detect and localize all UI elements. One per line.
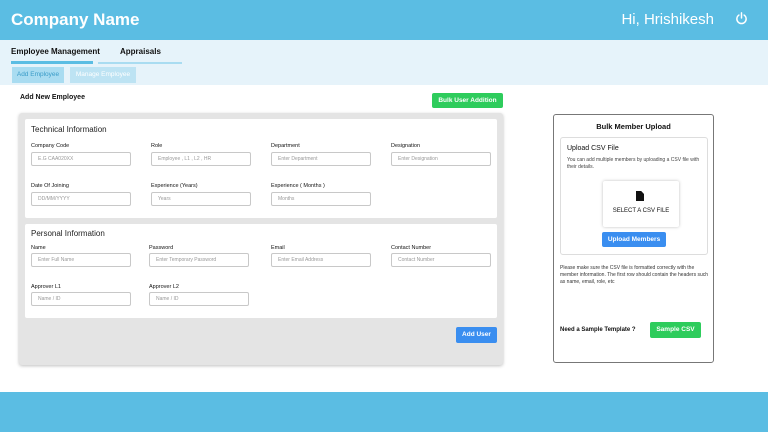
bulk-user-addition-button[interactable]: Bulk User Addition [432,93,503,108]
employee-form: Technical Information Company Code E.G C… [19,113,503,365]
upload-csv-card: Upload CSV File You can add multiple mem… [560,137,708,255]
technical-info-title: Technical Information [31,125,107,134]
technical-info-card: Technical Information Company Code E.G C… [25,119,497,218]
password-label: Password [149,245,174,251]
add-user-button[interactable]: Add User [456,327,497,343]
approver-l1-label: Approver L1 [31,284,61,290]
file-icon [636,191,644,201]
company-code-input[interactable]: E.G CAA020XX [31,152,131,166]
name-input[interactable]: Enter Full Name [31,253,131,267]
role-input[interactable]: Employee , L1 , L2 , HR [151,152,251,166]
upload-csv-title: Upload CSV File [567,145,619,152]
top-header: Company Name Hi, Hrishikesh [0,0,768,40]
experience-months-label: Experience ( Months ) [271,183,325,189]
experience-years-input[interactable]: Years [151,192,251,206]
department-label: Department [271,143,300,149]
personal-info-card: Personal Information Name Enter Full Nam… [25,224,497,318]
subtab-manage-employee[interactable]: Manage Employee [70,67,136,83]
footer-bar [0,392,768,432]
experience-years-label: Experience (Years) [151,183,198,189]
designation-label: Designation [391,143,421,149]
page-title: Add New Employee [20,94,85,101]
company-code-label: Company Code [31,143,70,149]
approver-l1-input[interactable]: Name / ID [31,292,131,306]
bulk-upload-panel: Bulk Member Upload Upload CSV File You c… [553,114,714,363]
csv-format-note: Please make sure the CSV file is formatt… [560,265,709,285]
select-csv-label: SELECT A CSV FILE [612,208,670,214]
tab-appraisals[interactable]: Appraisals [120,47,161,56]
csv-file-dropzone[interactable]: SELECT A CSV FILE [603,181,679,227]
power-icon[interactable] [735,12,748,25]
tab-employee-management[interactable]: Employee Management [11,47,100,56]
sample-csv-button[interactable]: Sample CSV [650,322,701,338]
experience-months-input[interactable]: Months [271,192,371,206]
role-label: Role [151,143,163,149]
contact-number-input[interactable]: Contact Number [391,253,491,267]
upload-csv-description: You can add multiple members by uploadin… [567,157,700,170]
email-label: Email [271,245,285,251]
email-input[interactable]: Enter Email Address [271,253,371,267]
password-input[interactable]: Enter Temporary Password [149,253,249,267]
date-of-joining-label: Date Of Joining [31,183,69,189]
department-input[interactable]: Enter Department [271,152,371,166]
approver-l2-label: Approver L2 [149,284,179,290]
personal-info-title: Personal Information [31,229,105,238]
subtab-add-employee[interactable]: Add Employee [12,67,64,83]
tab-indicator [98,62,182,64]
name-label: Name [31,245,46,251]
contact-number-label: Contact Number [391,245,432,251]
date-of-joining-input[interactable]: DD/MM/YYYY [31,192,131,206]
designation-input[interactable]: Enter Designation [391,152,491,166]
user-greeting: Hi, Hrishikesh [621,11,714,28]
bulk-upload-title: Bulk Member Upload [596,122,671,131]
sample-template-question: Need a Sample Template ? [560,327,636,333]
upload-members-button[interactable]: Upload Members [602,232,666,247]
approver-l2-input[interactable]: Name / ID [149,292,249,306]
tab-active-indicator [11,61,93,64]
brand-name: Company Name [11,10,140,29]
